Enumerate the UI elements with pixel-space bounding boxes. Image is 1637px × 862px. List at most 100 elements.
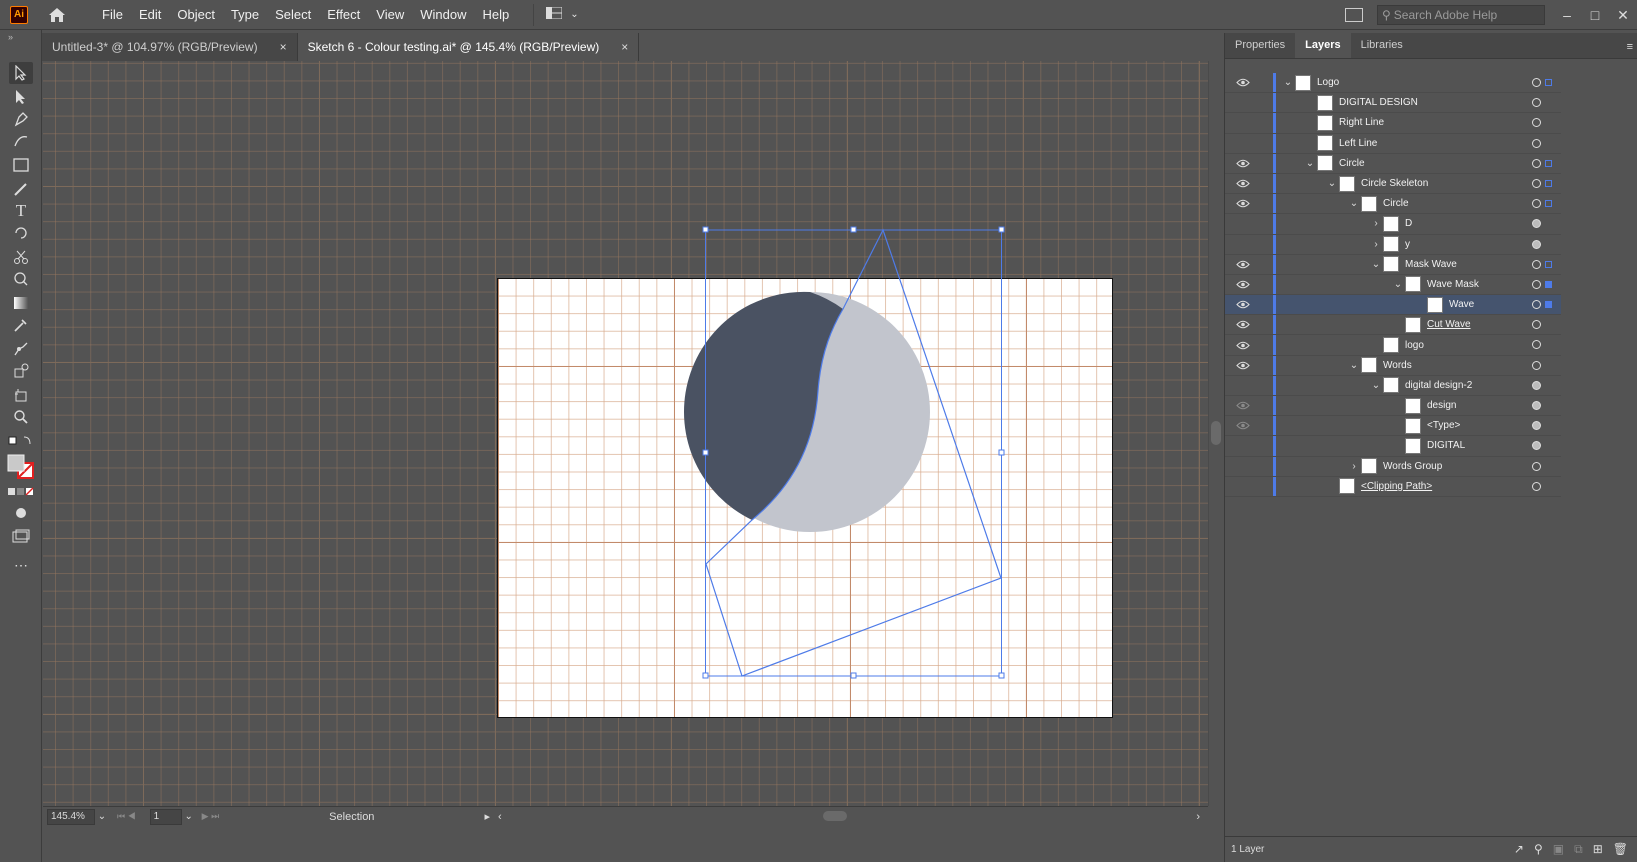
lock-toggle[interactable] [1255,478,1269,494]
delete-icon[interactable]: 🗑 [1613,842,1628,857]
target-icon[interactable] [1532,481,1541,491]
target-icon[interactable] [1532,219,1541,229]
eye-icon[interactable] [1235,136,1251,150]
layer-row[interactable]: <Clipping Path> [1225,476,1561,497]
search-field[interactable]: ⚲ Search Adobe Help [1377,5,1545,25]
close-icon[interactable]: × [621,33,628,61]
lock-toggle[interactable] [1255,236,1269,252]
eye-icon[interactable] [1235,318,1251,332]
lock-toggle[interactable] [1255,216,1269,232]
layer-name[interactable]: Words Group [1383,461,1442,472]
eye-icon[interactable] [1235,257,1251,271]
target-icon[interactable] [1532,259,1541,269]
eye-icon[interactable] [1235,338,1251,352]
layer-row[interactable]: ⌄ Circle Skeleton [1225,173,1561,195]
swap-colors-icon[interactable] [8,435,34,450]
layer-name[interactable]: Wave [1449,299,1474,310]
menu-edit[interactable]: Edit [131,0,169,30]
eye-icon[interactable] [1235,277,1251,291]
zoom-field[interactable]: 145.4% [47,808,95,825]
lock-toggle[interactable] [1255,438,1269,454]
eye-icon[interactable] [1235,419,1251,433]
menu-object[interactable]: Object [169,0,223,30]
pen-tool-icon[interactable] [9,108,33,130]
paintbrush-tool-icon[interactable] [9,178,33,200]
layer-row[interactable]: design [1225,396,1561,417]
lock-toggle[interactable] [1255,276,1269,292]
eye-icon[interactable] [1235,358,1251,372]
rotate-tool-icon[interactable] [9,222,33,244]
layer-name[interactable]: Logo [1317,77,1339,88]
eye-icon[interactable] [1235,479,1251,493]
panel-toggle-icon[interactable] [1345,8,1363,22]
layer-name[interactable]: Words [1383,360,1412,371]
canvas[interactable] [43,61,1208,806]
layer-name[interactable]: design [1427,400,1456,411]
layer-row[interactable]: Left Line [1225,133,1561,154]
layer-row[interactable]: ⌄ Wave Mask [1225,274,1561,296]
chevron-right-icon[interactable]: › [1369,218,1383,229]
tab-libraries[interactable]: Libraries [1351,32,1413,58]
target-icon[interactable] [1532,118,1541,128]
layer-row[interactable]: › y [1225,234,1561,255]
layer-row[interactable]: Cut Wave [1225,315,1561,336]
layer-row[interactable]: ⌄ Circle [1225,194,1561,215]
layer-row[interactable]: ⌄ Circle [1225,153,1561,174]
layer-name[interactable]: y [1405,239,1410,250]
chevron-down-icon[interactable]: ⌄ [1391,279,1405,290]
chevron-down-icon[interactable]: ⌄ [1347,360,1361,371]
locate-object-icon[interactable]: ⚲ [1534,842,1543,857]
lock-toggle[interactable] [1255,297,1269,313]
close-icon[interactable]: × [280,33,287,61]
eyedropper-tool-icon[interactable] [9,314,33,336]
direct-selection-tool-icon[interactable] [9,86,33,108]
eye-icon[interactable] [1235,116,1251,130]
tab-untitled-3[interactable]: Untitled-3* @ 104.97% (RGB/Preview) × [42,33,298,61]
layer-name[interactable]: Circle Skeleton [1361,178,1428,189]
lock-toggle[interactable] [1255,418,1269,434]
eye-icon[interactable] [1235,439,1251,453]
close-button[interactable]: ✕ [1609,0,1637,30]
eye-icon[interactable] [1235,177,1251,191]
chevron-down-icon[interactable]: ⌄ [1369,259,1383,270]
home-icon[interactable] [46,4,68,26]
menu-select[interactable]: Select [267,0,319,30]
layer-row[interactable]: › Words Group [1225,456,1561,477]
layer-row[interactable]: logo [1225,335,1561,356]
eye-icon[interactable] [1235,217,1251,231]
target-icon[interactable] [1532,461,1541,471]
chevron-down-icon[interactable]: ⌄ [182,811,196,822]
color-mode-icons[interactable] [8,486,36,500]
lock-toggle[interactable] [1255,135,1269,151]
layer-row[interactable]: DIGITAL DESIGN [1225,93,1561,114]
layer-name[interactable]: <Clipping Path> [1361,481,1432,492]
zoom-tool-icon[interactable] [9,406,33,428]
layer-name[interactable]: Cut Wave [1427,319,1471,330]
more-tools-icon[interactable]: ⋯ [9,554,33,576]
layer-row[interactable]: ⌄ digital design-2 [1225,375,1561,396]
target-icon[interactable] [1532,340,1541,350]
eye-icon[interactable] [1235,156,1251,170]
draw-mode-icon[interactable] [9,502,33,524]
selection-tool-icon[interactable] [9,62,33,84]
lock-toggle[interactable] [1255,75,1269,91]
tab-properties[interactable]: Properties [1225,32,1295,58]
selection-indicator[interactable] [1545,280,1552,288]
layer-row[interactable]: ⌄ Mask Wave [1225,254,1561,275]
lock-toggle[interactable] [1255,256,1269,272]
eye-icon[interactable] [1235,399,1251,413]
target-icon[interactable] [1532,300,1541,310]
scroll-left-icon[interactable]: ‹ [498,811,502,823]
gradient-tool-icon[interactable] [9,292,33,314]
menu-view[interactable]: View [368,0,412,30]
target-icon[interactable] [1532,401,1541,410]
selection-indicator[interactable] [1545,301,1552,309]
type-tool-icon[interactable]: T [9,200,33,222]
chevron-down-icon[interactable]: ⌄ [1303,158,1317,169]
status-mode[interactable]: Selection [329,811,374,823]
layer-name[interactable]: D [1405,218,1412,229]
lock-toggle[interactable] [1255,398,1269,414]
layer-name[interactable]: Circle [1383,198,1409,209]
layer-row[interactable]: › D [1225,214,1561,235]
horizontal-scroll-thumb[interactable] [823,811,847,821]
